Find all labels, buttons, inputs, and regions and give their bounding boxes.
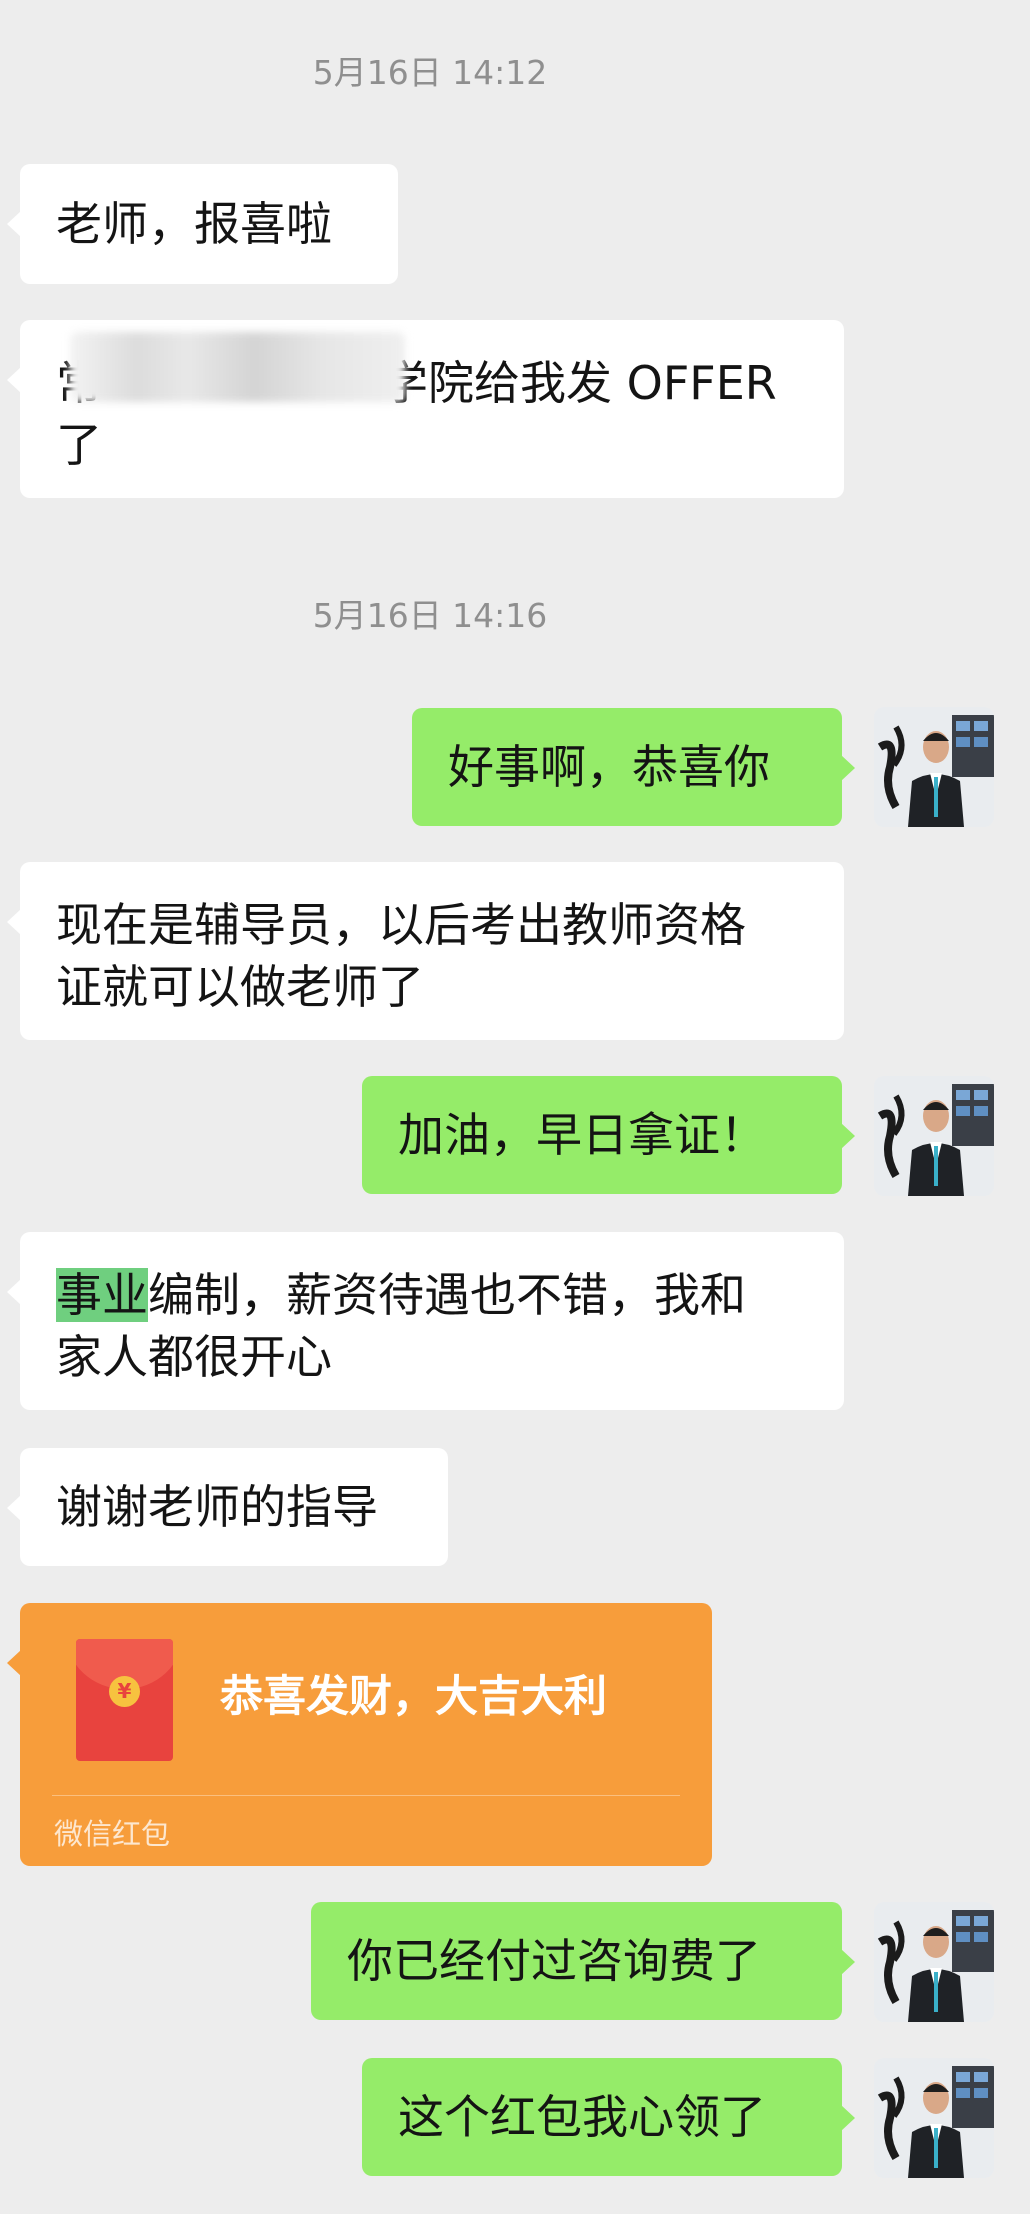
outgoing-message[interactable]: 你已经付过咨询费了 — [311, 1902, 855, 2020]
avatar[interactable] — [874, 2058, 994, 2178]
message-text: 学院给我发 OFFER — [382, 356, 777, 410]
divider — [52, 1795, 680, 1796]
outgoing-message[interactable]: 这个红包我心领了 — [362, 2058, 855, 2176]
incoming-message[interactable]: 老师，报喜啦 — [7, 164, 398, 284]
timestamp: 5月16日 14:12 — [312, 53, 548, 92]
message-text: 这个红包我心领了 — [398, 2090, 766, 2144]
highlighted-text: 事业 — [56, 1268, 148, 1322]
redaction-blur — [70, 332, 405, 402]
avatar[interactable] — [874, 1076, 994, 1196]
message-line: 事业编制，薪资待遇也不错，我和 — [56, 1264, 808, 1326]
message-text: 编制，薪资待遇也不错，我和 — [148, 1268, 746, 1322]
message-line: 现在是辅导员，以后考出教师资格 — [56, 898, 746, 952]
red-envelope-icon: ¥ — [76, 1639, 173, 1761]
timestamp: 5月16日 14:16 — [312, 596, 548, 635]
message-text: 老师，报喜啦 — [56, 197, 332, 251]
incoming-message[interactable]: 谢谢老师的指导 — [7, 1448, 448, 1566]
message-line: 了 — [56, 418, 102, 472]
coin-icon: ¥ — [109, 1676, 140, 1707]
message-line: 家人都很开心 — [56, 1330, 332, 1384]
incoming-message[interactable]: 常学院给我发 OFFER 了 — [7, 320, 844, 498]
message-text: 好事啊，恭喜你 — [448, 740, 770, 794]
message-line: 证就可以做老师了 — [56, 960, 424, 1014]
avatar[interactable] — [874, 1902, 994, 2022]
red-packet-label: 微信红包 — [54, 1817, 171, 1851]
outgoing-message[interactable]: 加油，早日拿证！ — [362, 1076, 855, 1194]
avatar[interactable] — [874, 707, 994, 827]
message-text: 你已经付过咨询费了 — [347, 1934, 761, 1988]
avatar-photo-icon — [874, 1902, 994, 2022]
message-text: 加油，早日拿证！ — [398, 1108, 766, 1162]
message-text: 谢谢老师的指导 — [56, 1480, 378, 1534]
red-packet-message[interactable]: ¥ 恭喜发财，大吉大利 微信红包 — [7, 1603, 712, 1866]
avatar-photo-icon — [874, 2058, 994, 2178]
red-packet-title: 恭喜发财，大吉大利 — [220, 1672, 607, 1722]
outgoing-message[interactable]: 好事啊，恭喜你 — [412, 708, 855, 826]
incoming-message[interactable]: 现在是辅导员，以后考出教师资格 证就可以做老师了 — [7, 862, 844, 1040]
avatar-photo-icon — [874, 707, 994, 827]
incoming-message[interactable]: 事业编制，薪资待遇也不错，我和 家人都很开心 — [7, 1232, 844, 1410]
avatar-photo-icon — [874, 1076, 994, 1196]
